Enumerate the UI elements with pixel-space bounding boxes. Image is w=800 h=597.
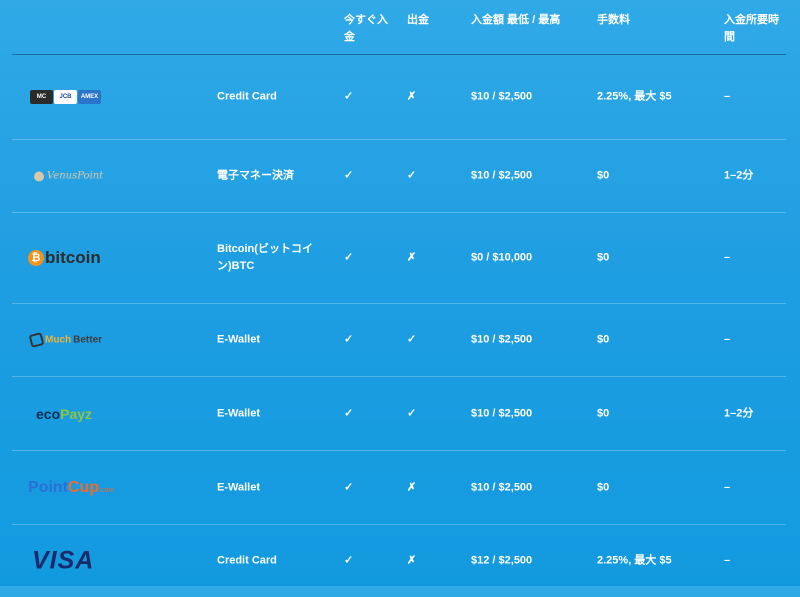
deposit-now-check: ✓	[344, 407, 354, 419]
withdraw-mark: ✗	[407, 554, 417, 567]
amex-icon: AMEX	[78, 90, 101, 104]
table-row: ecoPayz E-Wallet ✓ ✓ $10 / $2,500 $0 1–2…	[12, 377, 786, 451]
method-name: Credit Card	[217, 90, 277, 103]
fee-value: $0	[597, 481, 610, 493]
deposit-time: –	[724, 251, 731, 264]
amount-range: $10 / $2,500	[471, 169, 533, 182]
header-time: 入金所要時間	[724, 14, 779, 43]
deposit-time: –	[724, 481, 731, 493]
deposit-time: 1–2分	[724, 407, 754, 419]
table-row: PointCup.com E-Wallet ✓ ✗ $10 / $2,500 $…	[12, 451, 786, 525]
table-row: Much Better E-Wallet ✓ ✓ $10 / $2,500 $0 …	[12, 304, 786, 377]
method-name: E-Wallet	[217, 407, 260, 419]
ecopayz-logo: ecoPayz	[36, 406, 92, 422]
fee-value: $0	[597, 169, 610, 182]
deposit-now-check: ✓	[344, 333, 354, 346]
table-row: VISA Credit Card ✓ ✗ $12 / $2,500 2.25%,…	[12, 525, 786, 597]
fee-value: $0	[597, 333, 610, 346]
table-row: VenusPoint 電子マネー決済 ✓ ✓ $10 / $2,500 $0 1…	[12, 140, 786, 213]
fee-value: $0	[597, 251, 610, 264]
fee-value: $0	[597, 407, 610, 419]
amount-range: $10 / $2,500	[471, 481, 533, 493]
deposit-time: –	[724, 90, 731, 103]
method-name: Bitcoin(ビットコイン)BTC	[217, 243, 313, 272]
amount-range: $10 / $2,500	[471, 90, 533, 103]
deposit-now-check: ✓	[344, 251, 354, 264]
muchbetter-icon	[28, 332, 45, 348]
deposit-now-check: ✓	[344, 169, 354, 182]
deposit-time: 1–2分	[724, 169, 754, 182]
bitcoin-icon: ₿	[28, 250, 44, 266]
payment-methods-table: 今すぐ入金 出金 入金額 最低 / 最高 手数料 入金所要時間 MC JCB A…	[12, 0, 786, 597]
ecopayz-wordmark-payz: Payz	[60, 405, 93, 422]
deposit-now-check: ✓	[344, 554, 354, 567]
table-row: ₿ bitcoin Bitcoin(ビットコイン)BTC ✓ ✗ $0 / $1…	[12, 213, 786, 304]
withdraw-mark: ✓	[407, 333, 417, 346]
visa-logo: VISA	[32, 546, 95, 575]
table-header: 今すぐ入金 出金 入金額 最低 / 最高 手数料 入金所要時間	[12, 0, 786, 55]
card-brands-logo: MC JCB AMEX	[30, 90, 101, 104]
withdraw-mark: ✗	[407, 251, 417, 264]
pointcup-wordmark-point: Point	[28, 478, 68, 496]
header-deposit-now: 今すぐ入金	[344, 14, 388, 43]
deposit-now-check: ✓	[344, 481, 354, 493]
withdraw-mark: ✗	[407, 481, 417, 493]
ecopayz-wordmark-eco: eco	[36, 405, 61, 422]
deposit-time: –	[724, 333, 731, 346]
venuspoint-wordmark: VenusPoint	[47, 170, 104, 182]
deposit-time: –	[724, 554, 731, 567]
withdraw-mark: ✓	[407, 407, 417, 419]
header-withdraw: 出金	[407, 14, 429, 26]
venuspoint-logo: VenusPoint	[34, 171, 103, 182]
withdraw-mark: ✗	[407, 90, 417, 103]
amount-range: $10 / $2,500	[471, 333, 533, 346]
header-fee: 手数料	[597, 14, 630, 26]
header-amount: 入金額 最低 / 最高	[471, 14, 561, 26]
bitcoin-logo: ₿ bitcoin	[28, 248, 101, 268]
pointcup-wordmark-tail: .com	[99, 486, 115, 494]
method-name: Credit Card	[217, 554, 277, 567]
amount-range: $0 / $10,000	[471, 251, 533, 264]
amount-range: $12 / $2,500	[471, 554, 533, 567]
muchbetter-wordmark-better: Better	[73, 334, 103, 346]
muchbetter-logo: Much Better	[28, 332, 103, 348]
method-name: E-Wallet	[217, 481, 260, 493]
method-name: 電子マネー決済	[217, 169, 294, 182]
table-row: MC JCB AMEX Credit Card ✓ ✗ $10 / $2,500…	[12, 55, 786, 140]
mastercard-icon: MC	[30, 90, 53, 104]
amount-range: $10 / $2,500	[471, 407, 533, 419]
pointcup-logo: PointCup.com	[28, 479, 114, 497]
fee-value: 2.25%, 最大 $5	[597, 90, 672, 103]
pointcup-wordmark-cup: Cup	[68, 478, 100, 496]
withdraw-mark: ✓	[407, 169, 417, 182]
muchbetter-wordmark-much: Much	[45, 334, 72, 346]
method-name: E-Wallet	[217, 333, 260, 346]
jcb-icon: JCB	[54, 90, 77, 104]
fee-value: 2.25%, 最大 $5	[597, 554, 672, 567]
bitcoin-wordmark: bitcoin	[45, 248, 101, 267]
deposit-now-check: ✓	[344, 90, 354, 103]
venus-icon	[34, 171, 44, 181]
